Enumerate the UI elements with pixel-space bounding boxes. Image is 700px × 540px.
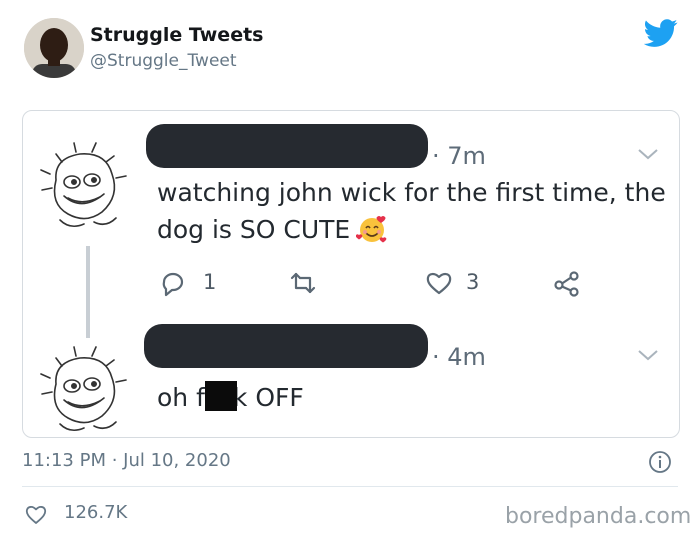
heart-icon[interactable] xyxy=(24,502,48,526)
redacted-username xyxy=(144,324,428,368)
tweet-text-line: watching john wick for the first time, t… xyxy=(157,178,666,207)
avatar[interactable] xyxy=(24,18,84,78)
reply-icon[interactable] xyxy=(158,268,188,298)
author-name[interactable]: Struggle Tweets xyxy=(90,24,263,46)
reply-count: 1 xyxy=(203,270,217,294)
retweet-icon[interactable] xyxy=(288,268,318,298)
tweet-time[interactable]: · 4m xyxy=(432,343,486,371)
censor-block xyxy=(205,381,237,411)
smiling-face-with-hearts-icon xyxy=(356,216,387,243)
author-handle[interactable]: @Struggle_Tweet xyxy=(90,51,237,71)
tweet-text-start: oh f xyxy=(157,383,205,412)
troll-face-avatar xyxy=(40,346,127,432)
like-count: 3 xyxy=(466,270,480,294)
like-count[interactable]: 126.7K xyxy=(64,502,127,523)
thread-connector xyxy=(86,246,90,338)
info-icon[interactable] xyxy=(648,450,672,474)
watermark: boredpanda.com xyxy=(505,504,692,529)
chevron-down-icon[interactable] xyxy=(636,347,660,363)
tweet-timestamp[interactable]: 11:13 PM · Jul 10, 2020 xyxy=(22,450,231,471)
tweet-text-line: dog is SO CUTE xyxy=(157,215,351,244)
tweet-time[interactable]: · 7m xyxy=(432,142,486,170)
twitter-bird-icon xyxy=(643,16,678,50)
tweet-text-end: k OFF xyxy=(232,383,304,412)
heart-icon[interactable] xyxy=(424,268,454,298)
share-icon[interactable] xyxy=(552,268,582,298)
chevron-down-icon[interactable] xyxy=(636,146,660,162)
divider xyxy=(22,486,678,487)
troll-face-avatar xyxy=(40,142,127,228)
redacted-username xyxy=(146,124,428,168)
